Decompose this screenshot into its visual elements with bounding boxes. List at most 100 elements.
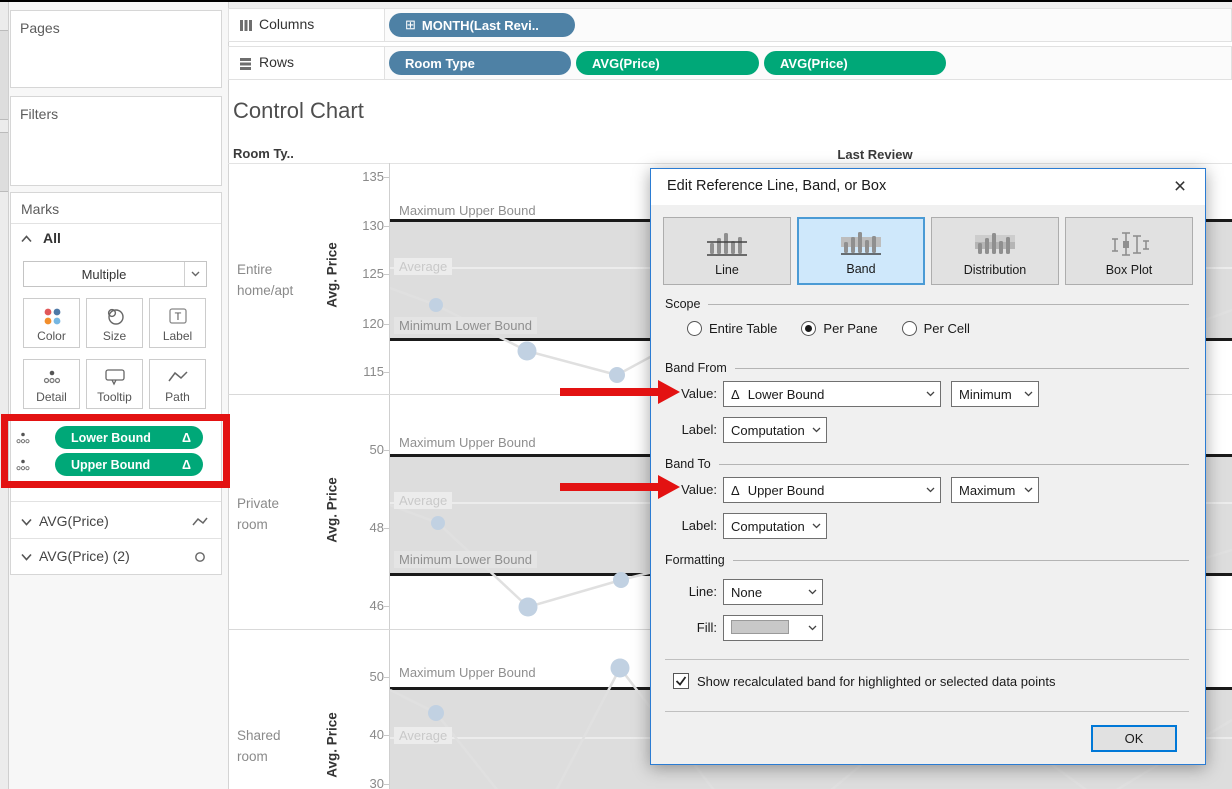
ok-button[interactable]: OK	[1091, 725, 1177, 752]
radio-per-pane[interactable]: Per Pane	[801, 321, 877, 336]
size-button-label: Size	[103, 329, 126, 343]
color-button-label: Color	[37, 329, 66, 343]
rows-shelf[interactable]: Rows Room Type AVG(Price) AVG(Price)	[228, 46, 1232, 80]
type-button-box-plot[interactable]: Box Plot	[1065, 217, 1193, 285]
band-from-value-combo[interactable]: Δ Lower Bound	[723, 381, 941, 407]
axis-title: Avg. Price	[325, 712, 340, 778]
columns-shelf[interactable]: Columns ⊞ MONTH(Last Revi..	[228, 8, 1232, 42]
band-from-value: Lower Bound	[748, 387, 920, 402]
chevron-down-icon[interactable]	[920, 487, 940, 493]
label-button[interactable]: T Label	[149, 298, 206, 348]
band-to-value-combo[interactable]: Δ Upper Bound	[723, 477, 941, 503]
type-button-line[interactable]: Line	[663, 217, 791, 285]
axis-tick: 50	[346, 669, 384, 684]
divider	[665, 659, 1189, 660]
marks-label: Marks	[21, 201, 59, 217]
color-icon	[41, 305, 63, 327]
circle-mark-icon	[193, 550, 207, 564]
type-button-band[interactable]: Band	[797, 217, 925, 285]
rows-pill-avg-price-1[interactable]: AVG(Price)	[576, 51, 759, 75]
tooltip-button[interactable]: Tooltip	[86, 359, 143, 409]
band-to-label-combo[interactable]: Computation	[723, 513, 827, 539]
axis-tick: 135	[346, 169, 384, 184]
axis-tick: 50	[346, 442, 384, 457]
show-recalculated-checkbox[interactable]	[673, 673, 689, 689]
close-icon[interactable]: ×	[1165, 173, 1195, 201]
detail-button[interactable]: Detail	[23, 359, 80, 409]
divider	[11, 501, 221, 502]
chevron-down-icon[interactable]	[806, 427, 826, 433]
mark-type-dropdown[interactable]: Multiple	[23, 261, 207, 287]
axis-tick: 40	[346, 727, 384, 742]
chevron-down-icon[interactable]	[21, 518, 32, 526]
band-to-agg: Maximum	[959, 483, 1018, 498]
type-button-label: Line	[715, 263, 739, 277]
pages-shelf[interactable]: Pages	[10, 10, 222, 88]
band-to-group-header: Band To	[665, 457, 1189, 471]
measure-label: AVG(Price)	[39, 513, 109, 529]
columns-icon	[239, 19, 252, 32]
chevron-down-icon[interactable]	[1018, 487, 1038, 493]
band-from-agg-combo[interactable]: Minimum	[951, 381, 1039, 407]
filters-shelf[interactable]: Filters	[10, 96, 222, 186]
type-button-distribution[interactable]: Distribution	[931, 217, 1059, 285]
rail-notch	[0, 30, 8, 120]
chevron-down-icon[interactable]	[1018, 391, 1038, 397]
radio-icon[interactable]	[902, 321, 917, 336]
expand-icon[interactable]: ⊞	[405, 17, 416, 33]
radio-icon[interactable]	[687, 321, 702, 336]
band-label-avg: Average	[394, 492, 452, 509]
rows-pill-label: AVG(Price)	[592, 56, 660, 71]
arrow-head-icon	[658, 475, 680, 499]
chevron-up-icon[interactable]	[21, 235, 32, 243]
size-button[interactable]: Size	[86, 298, 143, 348]
type-button-label: Band	[846, 262, 875, 276]
distribution-type-icon	[972, 229, 1018, 259]
measure-row-avg-price-2[interactable]: AVG(Price) (2)	[11, 541, 221, 573]
marks-all-row[interactable]: All	[21, 229, 211, 249]
band-type-icon	[838, 228, 884, 258]
arrow-line	[560, 483, 660, 491]
show-recalculated-label: Show recalculated band for highlighted o…	[697, 674, 1055, 689]
fill-color-combo[interactable]	[723, 615, 823, 641]
columns-shelf-label-cell: Columns	[229, 9, 385, 41]
axis-title: Avg. Price	[325, 477, 340, 543]
band-label-max: Maximum Upper Bound	[394, 664, 541, 681]
dropdown-arrow-icon[interactable]	[184, 262, 206, 286]
size-icon	[104, 305, 126, 327]
band-to-agg-combo[interactable]: Maximum	[951, 477, 1039, 503]
measure-row-avg-price[interactable]: AVG(Price)	[11, 506, 221, 538]
rows-label: Rows	[259, 54, 294, 70]
label-icon: T	[168, 305, 188, 327]
label-button-label: Label	[163, 329, 192, 343]
formatting-label: Formatting	[665, 553, 725, 567]
chevron-down-icon[interactable]	[920, 391, 940, 397]
annotation-red-box	[1, 414, 230, 488]
color-button[interactable]: Color	[23, 298, 80, 348]
radio-per-cell[interactable]: Per Cell	[902, 321, 970, 336]
columns-pill-month-last-review[interactable]: ⊞ MONTH(Last Revi..	[389, 13, 575, 37]
type-button-label: Box Plot	[1106, 263, 1153, 277]
rows-pill-room-type[interactable]: Room Type	[389, 51, 571, 75]
fill-label: Fill:	[671, 620, 717, 635]
path-button[interactable]: Path	[149, 359, 206, 409]
filters-label: Filters	[20, 106, 58, 122]
fill-swatch-wrap	[731, 620, 802, 637]
band-from-label-combo[interactable]: Computation	[723, 417, 827, 443]
line-style-combo[interactable]: None	[723, 579, 823, 605]
radio-icon[interactable]	[801, 321, 816, 336]
chevron-down-icon[interactable]	[802, 625, 822, 631]
radio-label: Per Cell	[924, 321, 970, 336]
radio-entire-table[interactable]: Entire Table	[687, 321, 777, 336]
pane-row-label: room	[237, 517, 268, 532]
line-style-value: None	[731, 585, 802, 600]
chevron-down-icon[interactable]	[802, 589, 822, 595]
band-label-max: Maximum Upper Bound	[394, 434, 541, 451]
marks-all-label: All	[43, 230, 61, 246]
chevron-down-icon[interactable]	[806, 523, 826, 529]
chevron-down-icon[interactable]	[21, 553, 32, 561]
rows-icon	[239, 57, 252, 70]
axis-tick: 130	[346, 218, 384, 233]
pane-row-label: Private	[237, 496, 279, 511]
rows-pill-avg-price-2[interactable]: AVG(Price)	[764, 51, 946, 75]
